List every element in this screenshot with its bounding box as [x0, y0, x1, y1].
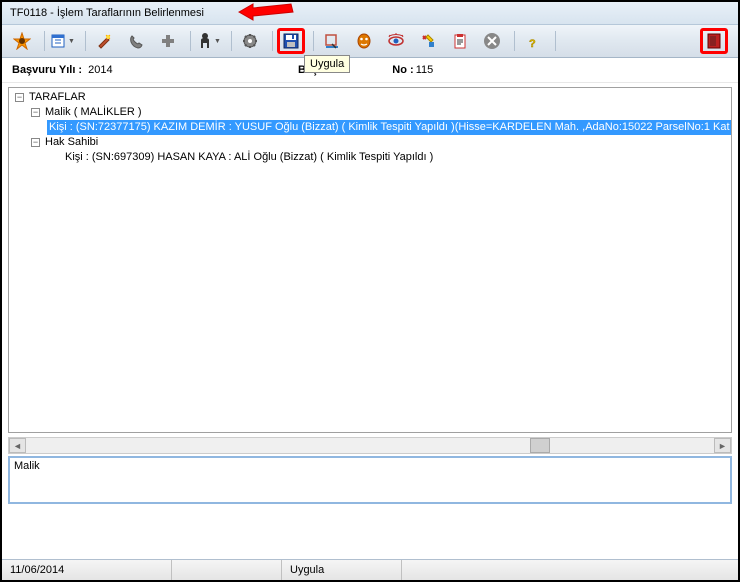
- tree-node-malik[interactable]: − Malik ( MALİKLER ): [11, 105, 729, 120]
- toolbar-separator: [44, 31, 45, 51]
- tree-panel: − TARAFLAR − Malik ( MALİKLER ) Kişi : (…: [8, 87, 732, 433]
- settings-button[interactable]: [236, 28, 264, 54]
- status-empty1: [172, 560, 282, 580]
- horizontal-scrollbar[interactable]: ◄ ►: [8, 437, 732, 454]
- tree-label: Hak Sahibi: [43, 135, 100, 150]
- tree-root-label: TARAFLAR: [27, 90, 88, 105]
- toolbar-separator: [272, 31, 273, 51]
- tree-expander-icon[interactable]: −: [31, 108, 40, 117]
- save-button[interactable]: Uygula: [277, 28, 305, 54]
- tree-leaf-label: Kişi : (SN:72377175) KAZIM DEMİR : YUSUF…: [47, 120, 732, 135]
- tree-leaf-label: Kişi : (SN:697309) HASAN KAYA : ALİ Oğlu…: [63, 150, 435, 165]
- wizard-button[interactable]: [90, 28, 118, 54]
- annotation-arrow: [237, 0, 295, 25]
- close-button[interactable]: [478, 28, 506, 54]
- toolbar-separator: [514, 31, 515, 51]
- scroll-thumb[interactable]: [530, 438, 550, 453]
- tree-expander-icon[interactable]: −: [15, 93, 24, 102]
- mask-button[interactable]: [350, 28, 378, 54]
- eye-button[interactable]: [382, 28, 410, 54]
- status-date: 11/06/2014: [2, 560, 172, 580]
- toolbar-separator: [231, 31, 232, 51]
- dropdown-arrow-icon: ▼: [214, 38, 221, 45]
- calendar-button[interactable]: ▼: [49, 28, 77, 54]
- toolbar-separator: [313, 31, 314, 51]
- tree-leaf-person-selected[interactable]: Kişi : (SN:72377175) KAZIM DEMİR : YUSUF…: [11, 120, 729, 135]
- help-button[interactable]: ?: [519, 28, 547, 54]
- app-button[interactable]: [8, 28, 36, 54]
- save-tooltip: Uygula: [304, 55, 350, 73]
- scroll-left-button[interactable]: ◄: [9, 438, 26, 453]
- no-label-p2: No :: [392, 64, 413, 76]
- clipboard-button[interactable]: [446, 28, 474, 54]
- call-button[interactable]: [122, 28, 150, 54]
- titlebar: TF0118 - İşlem Taraflarının Belirlenmesi: [2, 2, 738, 25]
- dropdown-arrow-icon: ▼: [68, 38, 75, 45]
- status-empty2: [402, 560, 738, 580]
- toolbar-separator: [555, 31, 556, 51]
- tree-node-haksahibi[interactable]: − Hak Sahibi: [11, 135, 729, 150]
- toolbar-separator: [85, 31, 86, 51]
- add-button[interactable]: [154, 28, 182, 54]
- window-title: TF0118 - İşlem Taraflarının Belirlenmesi: [10, 7, 204, 19]
- user-button[interactable]: ▼: [195, 28, 223, 54]
- description-text: Malik: [14, 460, 40, 472]
- tree-root[interactable]: − TARAFLAR: [11, 90, 729, 105]
- svg-text:?: ?: [529, 38, 536, 50]
- tree-label: Malik ( MALİKLER ): [43, 105, 144, 120]
- exit-button[interactable]: [700, 28, 728, 54]
- fields-row: Başvuru Yılı : 2014 Başvur No : 115: [2, 58, 738, 83]
- tools-button[interactable]: [414, 28, 442, 54]
- scroll-right-button[interactable]: ►: [714, 438, 731, 453]
- statusbar: 11/06/2014 Uygula: [2, 559, 738, 580]
- no-value: 115: [416, 64, 434, 76]
- status-uygula: Uygula: [282, 560, 402, 580]
- tree-expander-icon[interactable]: −: [31, 138, 40, 147]
- toolbar: ▼ ▼: [2, 25, 738, 58]
- toolbar-separator: [190, 31, 191, 51]
- tree-leaf-person[interactable]: Kişi : (SN:697309) HASAN KAYA : ALİ Oğlu…: [11, 150, 729, 165]
- year-value: 2014: [88, 64, 112, 76]
- year-label: Başvuru Yılı :: [12, 64, 82, 76]
- tree-connector: [47, 150, 63, 165]
- description-box[interactable]: Malik: [8, 456, 732, 504]
- inspect-button[interactable]: [318, 28, 346, 54]
